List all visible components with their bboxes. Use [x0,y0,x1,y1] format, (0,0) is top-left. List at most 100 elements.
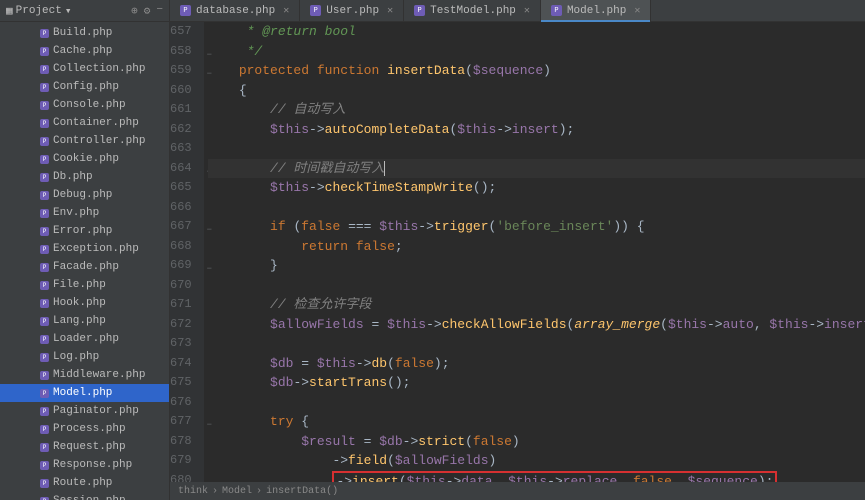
tree-item-label: Lang.php [53,315,106,327]
tree-item-label: Build.php [53,27,112,39]
code-content[interactable]: * @return bool */ protected function ins… [204,22,865,482]
tree-item-controller-php[interactable]: PController.php [0,132,169,150]
php-file-icon: P [310,5,321,16]
project-title: Project [16,5,62,17]
tree-item-file-php[interactable]: PFile.php [0,276,169,294]
tab-user-php[interactable]: PUser.php✕ [300,0,404,21]
tree-item-middleware-php[interactable]: PMiddleware.php [0,366,169,384]
tree-item-db-php[interactable]: PDb.php [0,168,169,186]
tree-item-label: File.php [53,279,106,291]
tree-item-label: Collection.php [53,63,145,75]
tab-testmodel-php[interactable]: PTestModel.php✕ [404,0,541,21]
php-file-icon: P [414,5,425,16]
php-file-icon: P [40,227,49,236]
code-line[interactable]: $allowFields = $this->checkAllowFields(a… [208,315,865,335]
code-line[interactable]: $this->autoCompleteData($this->insert); [208,120,865,140]
tree-item-cookie-php[interactable]: PCookie.php [0,150,169,168]
php-file-icon: P [40,245,49,254]
code-line[interactable]: protected function insertData($sequence) [208,61,865,81]
php-file-icon: P [40,479,49,488]
tree-item-label: Model.php [53,387,112,399]
code-line[interactable]: * @return bool [208,22,865,42]
close-icon[interactable]: ✕ [283,5,289,17]
tree-item-paginator-php[interactable]: PPaginator.php [0,402,169,420]
tab-model-php[interactable]: PModel.php✕ [541,0,651,21]
line-number: 667 [170,217,192,237]
line-number: 665 [170,178,192,198]
php-file-icon: P [40,425,49,434]
line-number: 674 [170,354,192,374]
line-number: 663 [170,139,192,159]
line-number: 678 [170,432,192,452]
target-icon[interactable]: ⊕ [131,4,138,18]
code-line[interactable] [208,139,865,159]
code-line[interactable] [208,198,865,218]
tree-item-exception-php[interactable]: P Exception.php [0,240,169,258]
tree-item-log-php[interactable]: PLog.php [0,348,169,366]
tree-item-error-php[interactable]: PError.php [0,222,169,240]
code-line[interactable]: return false; [208,237,865,257]
tree-item-hook-php[interactable]: PHook.php [0,294,169,312]
tree-item-console-php[interactable]: PConsole.php [0,96,169,114]
code-line[interactable]: // 检查允许字段 [208,295,865,315]
breadcrumb-item[interactable]: Model [222,486,252,497]
code-line[interactable]: $db = $this->db(false); [208,354,865,374]
close-icon[interactable]: ✕ [634,5,640,17]
tab-label: Model.php [567,5,626,17]
tree-item-model-php[interactable]: PModel.php [0,384,169,402]
tree-item-lang-php[interactable]: PLang.php [0,312,169,330]
tree-item-label: Paginator.php [53,405,139,417]
php-file-icon: P [40,461,49,470]
gear-icon[interactable]: ⚙ [144,4,151,18]
php-file-icon: P [40,191,49,200]
close-icon[interactable]: ✕ [387,5,393,17]
code-line[interactable]: $db->startTrans(); [208,373,865,393]
code-line[interactable]: $this->checkTimeStampWrite(); [208,178,865,198]
tree-item-cache-php[interactable]: PCache.php [0,42,169,60]
close-icon[interactable]: ✕ [524,5,530,17]
project-tree[interactable]: P Build.php PCache.php P Collection.php PConf… [0,22,170,500]
tree-item-container-php[interactable]: PContainer.php [0,114,169,132]
tree-item-build-php[interactable]: P Build.php [0,24,169,42]
tree-item-env-php[interactable]: PEnv.php [0,204,169,222]
tree-item-collection-php[interactable]: P Collection.php [0,60,169,78]
tree-item-label: Exception.php [53,243,139,255]
code-line[interactable]: ->insert($this->data, $this->replace, fa… [208,471,865,483]
code-line[interactable]: $result = $db->strict(false) [208,432,865,452]
code-line[interactable]: if (false === $this->trigger('before_ins… [208,217,865,237]
code-line[interactable]: } [208,256,865,276]
line-number: 668 [170,237,192,257]
tree-item-facade-php[interactable]: PFacade.php [0,258,169,276]
code-area[interactable]: 6576586596606616626636646656666676686696… [170,22,865,482]
tree-item-request-php[interactable]: PRequest.php [0,438,169,456]
code-line[interactable]: try { [208,412,865,432]
line-number: 666 [170,198,192,218]
tree-item-loader-php[interactable]: PLoader.php [0,330,169,348]
php-file-icon: P [40,29,49,38]
tree-item-config-php[interactable]: PConfig.php [0,78,169,96]
tree-item-route-php[interactable]: PRoute.php [0,474,169,492]
tree-item-process-php[interactable]: PProcess.php [0,420,169,438]
code-line[interactable]: // 时间戳自动写入 [208,159,865,179]
breadcrumb[interactable]: think › Model › insertData() [170,482,865,500]
code-line[interactable] [208,334,865,354]
code-line[interactable] [208,393,865,413]
collapse-icon[interactable]: − [156,4,163,18]
code-line[interactable]: { [208,81,865,101]
breadcrumb-item[interactable]: insertData() [266,486,338,497]
php-file-icon: P [40,65,49,74]
tree-item-session-php[interactable]: PSession.php [0,492,169,500]
code-line[interactable]: */ [208,42,865,62]
php-file-icon: P [40,83,49,92]
tab-database-php[interactable]: Pdatabase.php✕ [170,0,300,21]
tree-item-label: Facade.php [53,261,119,273]
tree-item-response-php[interactable]: PResponse.php [0,456,169,474]
code-line[interactable] [208,276,865,296]
tree-item-debug-php[interactable]: PDebug.php [0,186,169,204]
breadcrumb-item[interactable]: think [178,486,208,497]
code-line[interactable]: ->field($allowFields) [208,451,865,471]
tree-item-label: Container.php [53,117,139,129]
dropdown-icon[interactable]: ▾ [65,4,72,18]
chevron-right-icon: › [212,486,218,497]
code-line[interactable]: // 自动写入 [208,100,865,120]
